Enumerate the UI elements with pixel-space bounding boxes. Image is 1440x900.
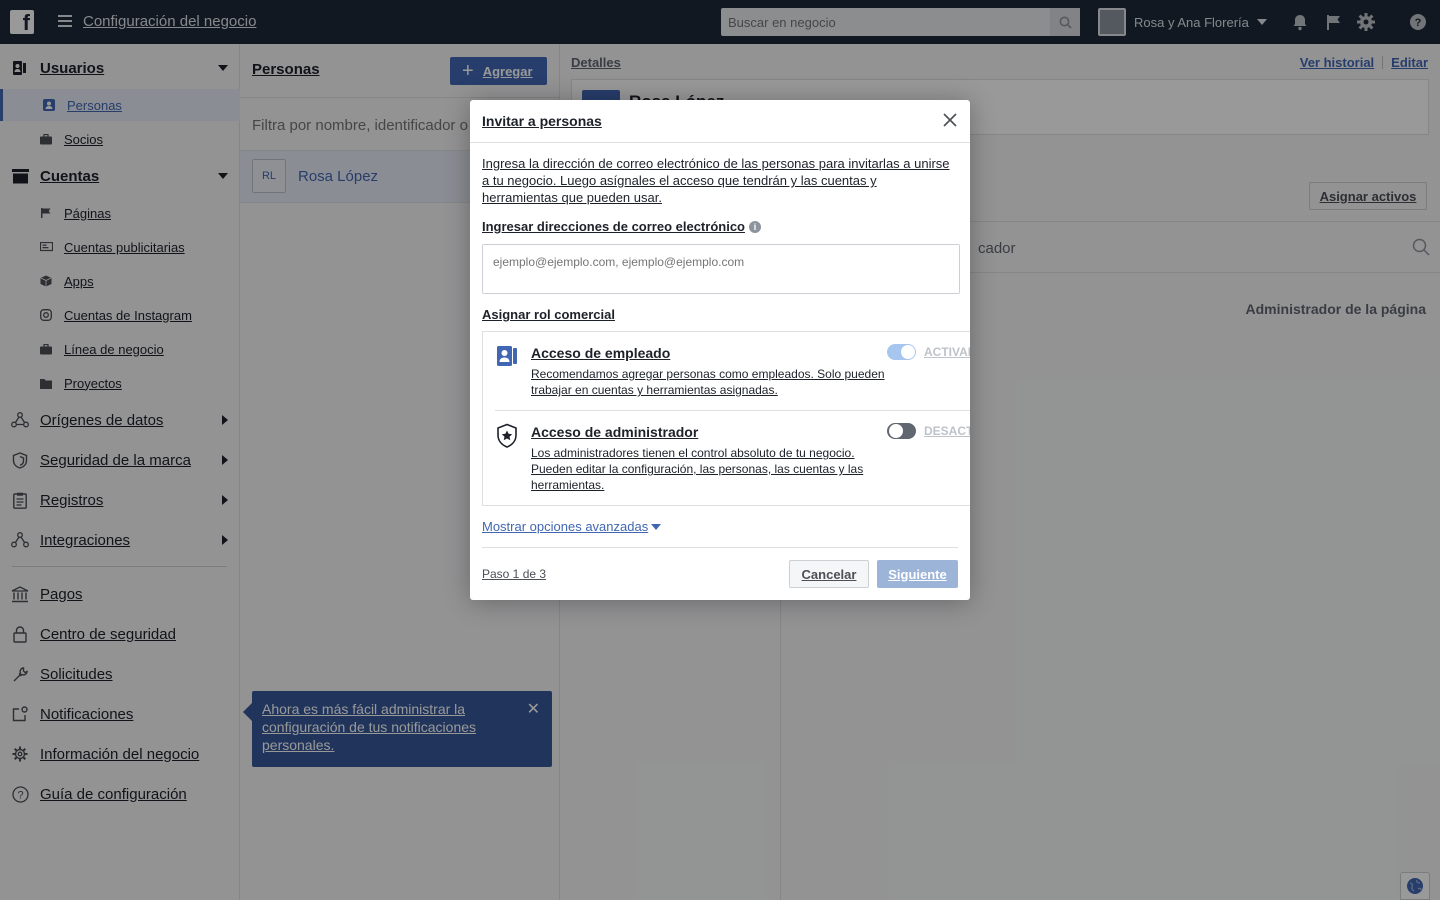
role-title: Acceso de administrador <box>531 424 699 440</box>
role-description: Recomendamos agregar personas como emple… <box>531 367 885 397</box>
dialog-header: Invitar a personas <box>470 100 970 143</box>
step-indicator: Paso 1 de 3 <box>482 567 547 581</box>
role-employee: Acceso de empleado Recomendamos agregar … <box>483 332 970 410</box>
cancel-button[interactable]: Cancelar <box>789 560 869 588</box>
employee-badge-icon <box>496 344 520 370</box>
toggle-state-label: ACTIVAD <box>924 345 970 359</box>
role-admin: Acceso de administrador Los administrado… <box>483 411 970 506</box>
role-label: Asignar rol comercial <box>482 307 615 322</box>
toggle-knob <box>889 424 903 438</box>
email-label: Ingresar direcciones de correo electróni… <box>482 219 761 234</box>
email-field <box>482 244 960 294</box>
admin-shield-icon <box>496 423 520 449</box>
dialog-title: Invitar a personas <box>482 113 602 129</box>
dialog-description: Ingresa la dirección de correo electróni… <box>482 156 950 205</box>
next-button[interactable]: Siguiente <box>877 560 958 588</box>
admin-toggle[interactable] <box>887 423 916 439</box>
advanced-options-link[interactable]: Mostrar opciones avanzadas <box>482 519 662 534</box>
close-icon[interactable] <box>942 112 958 128</box>
invite-people-dialog: Invitar a personas Ingresa la dirección … <box>470 100 970 600</box>
toggle-state-label: DESACT <box>924 424 970 438</box>
info-icon[interactable]: i <box>749 220 761 233</box>
chevron-down-icon <box>651 523 662 530</box>
advanced-options-label: Mostrar opciones avanzadas <box>482 519 649 534</box>
employee-toggle[interactable] <box>887 344 916 360</box>
email-input[interactable] <box>483 245 959 293</box>
role-description: Los administradores tienen el control ab… <box>531 446 864 492</box>
role-options: Acceso de empleado Recomendamos agregar … <box>482 331 970 506</box>
role-title: Acceso de empleado <box>531 345 671 361</box>
email-label-text: Ingresar direcciones de correo electróni… <box>482 219 745 234</box>
footer-divider <box>482 547 958 548</box>
toggle-knob <box>901 345 915 359</box>
